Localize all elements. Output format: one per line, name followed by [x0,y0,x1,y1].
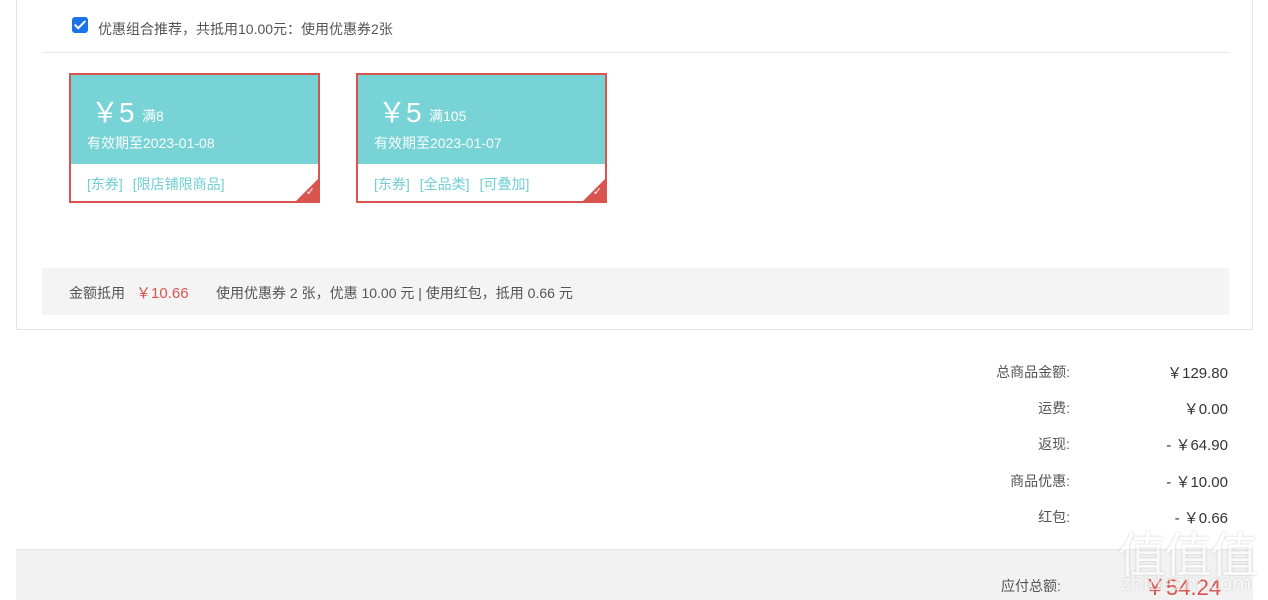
coupon-tag: [全品类] [419,176,470,192]
coupon-tags: [东券] [全品类] [可叠加] [374,174,539,194]
coupon-card[interactable]: ￥5 满8 有效期至2023-01-08 [东券] [限店铺限商品] ✓ [69,73,320,203]
total-label: 运费: [1038,400,1070,416]
coupon-tag: [可叠加] [479,176,530,192]
discount-summary-desc: 使用优惠券 2 张，优惠 10.00 元 | 使用红包，抵用 0.66 元 [216,285,573,301]
combo-recommend-row[interactable]: 优惠组合推荐，共抵用10.00元：使用优惠券2张 [42,0,1229,53]
coupon-tag: [限店铺限商品] [132,176,225,192]
coupon-condition: 满105 [429,108,467,124]
discount-summary-label: 金额抵用 [69,285,125,301]
total-label: 商品优惠: [1010,473,1070,489]
coupon-validity: 有效期至2023-01-07 [374,135,502,151]
coupon-card[interactable]: ￥5 满105 有效期至2023-01-07 [东券] [全品类] [可叠加] ✓ [356,73,607,203]
total-label: 总商品金额: [996,364,1070,380]
combo-recommend-text: 优惠组合推荐，共抵用10.00元：使用优惠券2张 [98,21,393,37]
coupon-validity: 有效期至2023-01-08 [87,135,215,151]
total-row: 总商品金额: ￥129.80 [900,362,1230,382]
coupon-condition: 满8 [142,108,164,124]
total-label: 红包: [1038,509,1070,525]
watermark-domain: zhidezhi.com [1120,571,1252,595]
coupon-amount: ￥5 [91,97,135,128]
coupon-header: ￥5 满105 有效期至2023-01-07 [358,75,605,164]
coupon-tag: [东券] [374,176,410,192]
discount-summary-bar: 金额抵用 ￥10.66 使用优惠券 2 张，优惠 10.00 元 | 使用红包，… [42,268,1229,315]
check-icon: ✓ [305,186,315,198]
total-value: - ￥10.00 [1166,474,1228,491]
combo-checkbox[interactable] [72,17,88,33]
total-row: 返现: - ￥64.90 [900,434,1230,454]
coupon-header: ￥5 满8 有效期至2023-01-08 [71,75,318,164]
discount-summary-amount: ￥10.66 [136,285,189,302]
coupon-tags: [东券] [限店铺限商品] [87,174,235,194]
payable-label: 应付总额: [1001,578,1061,594]
total-row: 商品优惠: - ￥10.00 [900,471,1230,491]
total-value: ￥0.00 [1183,401,1228,418]
payable-total-bar: 应付总额: ￥54.24 [16,549,1253,600]
check-icon: ✓ [592,186,602,198]
watermark-logo: 值值值 zhidezhi.com [1118,516,1263,600]
total-value: - ￥64.90 [1166,437,1228,454]
total-label: 返现: [1038,436,1070,452]
total-value: ￥129.80 [1167,365,1228,382]
total-row: 运费: ￥0.00 [900,398,1230,418]
coupon-amount: ￥5 [378,97,422,128]
coupon-tag: [东券] [87,176,123,192]
